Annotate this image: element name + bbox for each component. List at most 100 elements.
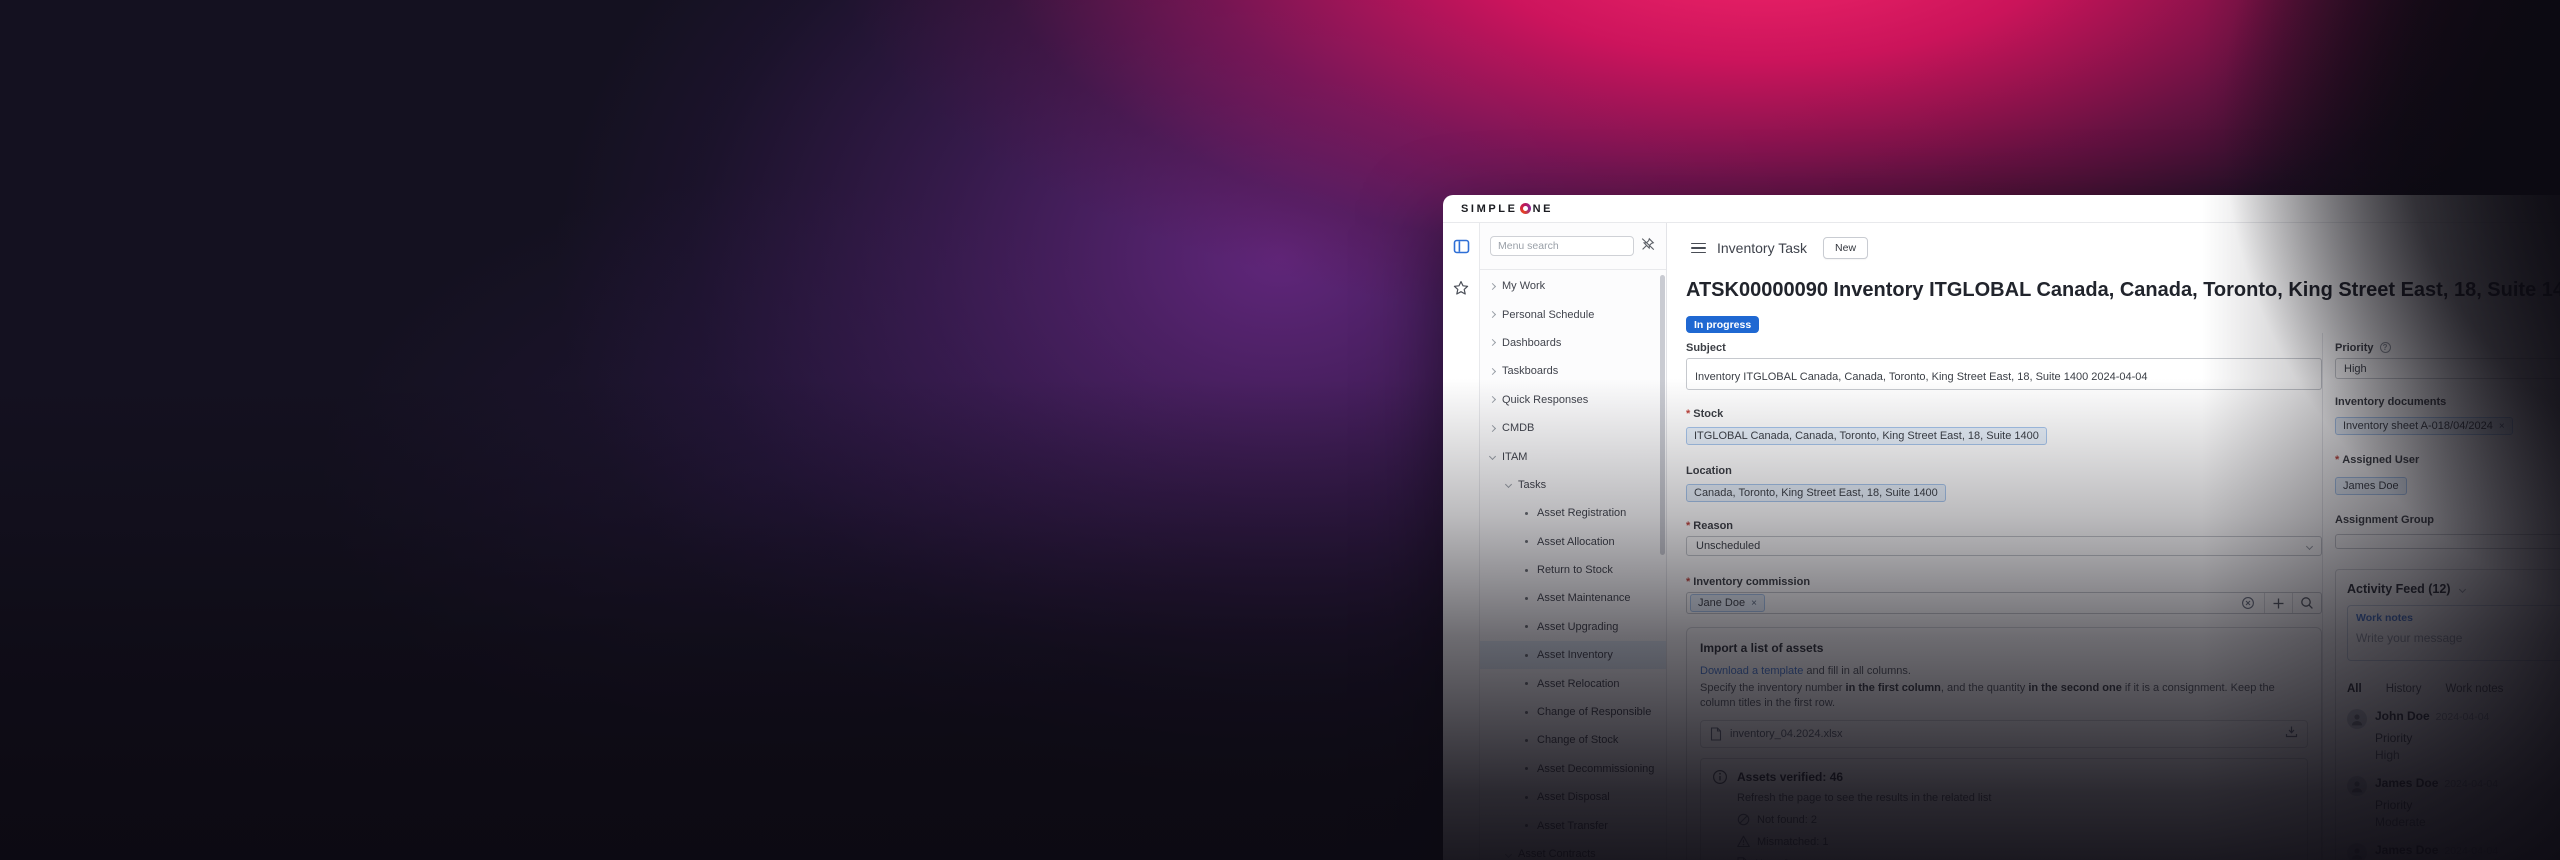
logo-text-right: NE [1533, 203, 1553, 215]
clear-selection-icon[interactable] [2234, 593, 2264, 613]
assignment-group-field[interactable] [2335, 534, 2560, 549]
sidebar-toggle-icon[interactable] [1453, 238, 1470, 260]
bullet-icon [1525, 654, 1528, 657]
attachment-row[interactable]: inventory_04.2024.xlsx [1700, 720, 2308, 748]
import-instruction-line1: Download a template and fill in all colu… [1700, 664, 2308, 679]
assets-verified-panel: Assets verified: 46 Refresh the page to … [1700, 758, 2308, 860]
not-found-row: Not found: 2 [1737, 813, 2296, 826]
feed-author: James Doe [2375, 776, 2438, 790]
lookup-search-icon[interactable] [2292, 593, 2321, 613]
sidebar-item-asset-registration[interactable]: Asset Registration [1480, 499, 1666, 527]
inventory-commission-label: *Inventory commission [1686, 576, 2322, 588]
sidebar-item-asset-inventory[interactable]: Asset Inventory [1480, 641, 1666, 669]
bullet-icon [1525, 540, 1528, 543]
favorites-star-icon[interactable] [1453, 280, 1469, 301]
sidebar-item-asset-disposal[interactable]: Asset Disposal [1480, 783, 1666, 811]
sidebar-item-my-work[interactable]: My Work [1480, 272, 1666, 300]
chevron-right-icon [1489, 311, 1496, 318]
inventory-commission-field[interactable]: Jane Doe× [1686, 592, 2322, 614]
required-asterisk: * [1686, 520, 1690, 532]
required-asterisk: * [1686, 576, 1690, 588]
feed-entry-head: John Doe2024-04-04 [2375, 709, 2489, 723]
chevron-down-icon [1505, 850, 1512, 857]
sidebar-item-dashboards[interactable]: Dashboards [1480, 329, 1666, 357]
work-notes-tab[interactable]: Work notes [2356, 612, 2560, 624]
sidebar-item-asset-contracts[interactable]: Asset Contracts [1480, 840, 1666, 860]
file-icon [1710, 727, 1722, 741]
sidebar-item-quick-responses[interactable]: Quick Responses [1480, 386, 1666, 414]
location-chip[interactable]: Canada, Toronto, King Street East, 18, S… [1686, 484, 1946, 502]
download-template-link[interactable]: Download a template [1700, 665, 1803, 677]
reason-select[interactable]: Unscheduled [1686, 536, 2322, 556]
top-bar: SIMPLENE [1443, 195, 2560, 223]
sidebar-item-asset-relocation[interactable]: Asset Relocation [1480, 669, 1666, 697]
sidebar-item-itam[interactable]: ITAM [1480, 442, 1666, 470]
module-title: Inventory Task [1717, 240, 1807, 256]
feed-timestamp: 2024-04-04 [2444, 845, 2498, 857]
activity-feed-panel: Activity Feed (12) Work notes Write your… [2335, 569, 2560, 860]
work-notes-compose-box[interactable]: Work notes Write your message [2347, 605, 2560, 661]
stock-chip[interactable]: ITGLOBAL Canada, Canada, Toronto, King S… [1686, 427, 2047, 445]
add-member-icon[interactable] [2264, 593, 2292, 613]
sidebar-scrollbar[interactable] [1660, 275, 1665, 555]
priority-select[interactable]: High [2335, 358, 2560, 379]
chip-remove-icon[interactable]: × [2499, 421, 2505, 432]
bullet-icon [1525, 597, 1528, 600]
status-badge: In progress [1686, 316, 1759, 333]
chip-remove-icon[interactable]: × [1751, 598, 1757, 609]
chevron-down-icon [1489, 453, 1496, 460]
sidebar-item-return-to-stock[interactable]: Return to Stock [1480, 556, 1666, 584]
sidebar-menu: My Work Personal Schedule Dashboards Tas… [1480, 270, 1666, 860]
sidebar-item-label: Asset Allocation [1537, 536, 1615, 548]
sidebar-item-change-of-responsible[interactable]: Change of Responsible [1480, 698, 1666, 726]
sidebar-item-personal-schedule[interactable]: Personal Schedule [1480, 300, 1666, 328]
activity-feed-header[interactable]: Activity Feed (12) [2347, 582, 2560, 596]
tab-work-notes[interactable]: Work notes [2445, 683, 2503, 695]
feed-author: James Doe [2375, 843, 2438, 857]
subject-input[interactable] [1686, 358, 2322, 390]
help-icon[interactable]: ? [2380, 342, 2391, 353]
chevron-right-icon [1489, 425, 1496, 432]
sidebar-item-cmdb[interactable]: CMDB [1480, 414, 1666, 442]
bullet-icon [1525, 824, 1528, 827]
unpin-menu-icon[interactable] [1641, 237, 1655, 256]
chevron-right-icon [1489, 396, 1496, 403]
sidebar-item-asset-decommissioning[interactable]: Asset Decommissioning [1480, 755, 1666, 783]
tab-all[interactable]: All [2347, 683, 2362, 695]
sidebar-item-label: Asset Upgrading [1537, 621, 1618, 633]
import-assets-panel: Import a list of assets Download a templ… [1686, 627, 2322, 860]
record-title: ATSK00000090 Inventory ITGLOBAL Canada, … [1686, 277, 2560, 303]
chevron-down-icon [2458, 585, 2465, 592]
assets-verified-title-row: Assets verified: 46 [1712, 769, 2296, 785]
sidebar-item-asset-upgrading[interactable]: Asset Upgrading [1480, 613, 1666, 641]
sidebar-item-taskboards[interactable]: Taskboards [1480, 357, 1666, 385]
sidebar-item-asset-transfer[interactable]: Asset Transfer [1480, 811, 1666, 839]
bullet-icon [1525, 682, 1528, 685]
menu-search-input[interactable] [1490, 236, 1634, 256]
details-panel: Priority? High Inventory documents Inven… [2322, 333, 2560, 860]
sidebar-item-label: Asset Registration [1537, 507, 1626, 519]
sidebar-item-tasks[interactable]: Tasks [1480, 471, 1666, 499]
simpleone-logo[interactable]: SIMPLENE [1461, 203, 1553, 215]
sidebar-item-change-of-stock[interactable]: Change of Stock [1480, 726, 1666, 754]
feed-timestamp: 2024-04-04 [2436, 711, 2490, 723]
assigned-user-chip[interactable]: James Doe [2335, 477, 2407, 495]
sidebar-item-asset-maintenance[interactable]: Asset Maintenance [1480, 584, 1666, 612]
import-panel-title: Import a list of assets [1700, 641, 2308, 655]
sidebar-item-label: Quick Responses [1502, 394, 1588, 406]
sidebar-item-label: My Work [1502, 280, 1545, 292]
sidebar-item-asset-allocation[interactable]: Asset Allocation [1480, 528, 1666, 556]
download-icon[interactable] [2285, 725, 2298, 743]
bullet-icon [1525, 625, 1528, 628]
new-button[interactable]: New [1823, 237, 1868, 259]
chevron-right-icon [1489, 368, 1496, 375]
commission-member-chip[interactable]: Jane Doe× [1690, 594, 1765, 612]
sidebar-item-label: Tasks [1518, 479, 1546, 491]
bullet-icon [1525, 796, 1528, 799]
hamburger-icon[interactable] [1691, 243, 1706, 254]
inventory-document-chip[interactable]: Inventory sheet A-018/04/2024× [2335, 417, 2513, 435]
sidebar-search-row [1480, 223, 1666, 270]
tab-history[interactable]: History [2386, 683, 2422, 695]
circle-slash-icon [1737, 813, 1750, 826]
sidebar-item-label: Return to Stock [1537, 564, 1613, 576]
